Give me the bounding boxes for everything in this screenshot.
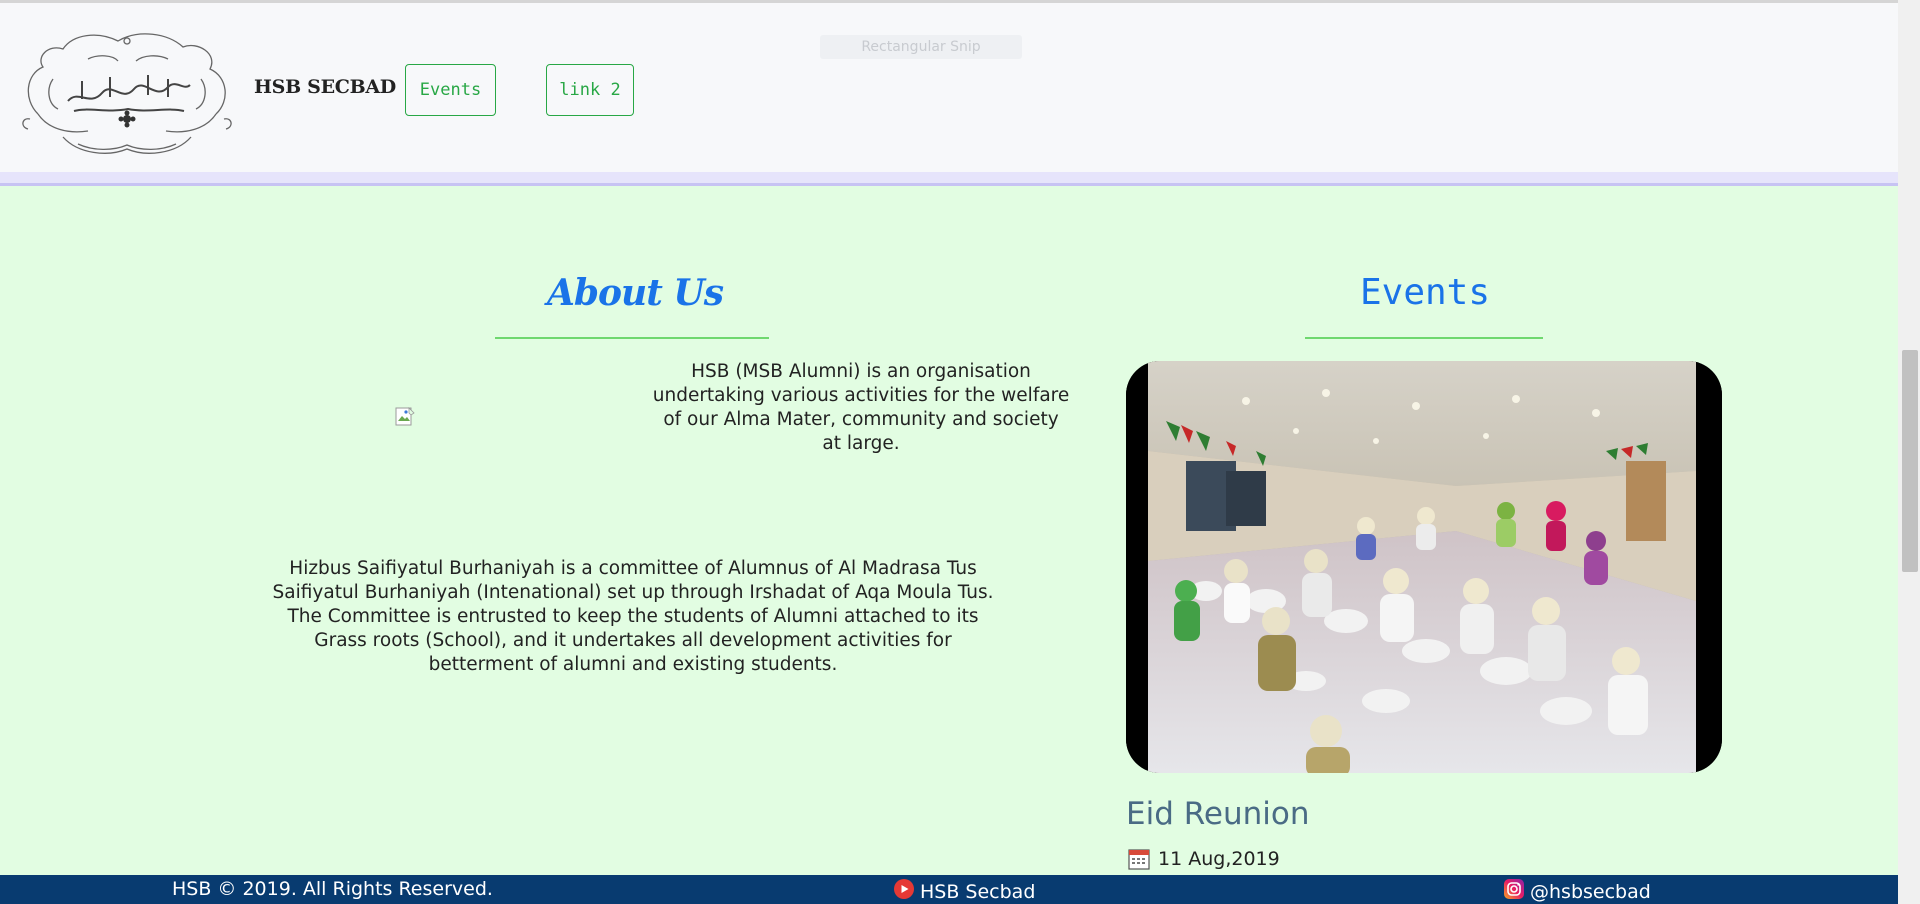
nav-link2-button[interactable]: link 2 <box>546 64 634 116</box>
events-title: Events <box>1359 272 1491 313</box>
site-logo[interactable] <box>18 19 236 161</box>
event-photo[interactable] <box>1126 361 1722 773</box>
footer-copyright: HSB © 2019. All Rights Reserved. <box>172 878 493 900</box>
event-date-row: 11 Aug,2019 <box>1128 848 1280 870</box>
about-body-text: Hizbus Saifiyatul Burhaniyah is a commit… <box>272 558 994 675</box>
brand-name[interactable]: HSB SECBAD <box>254 76 396 98</box>
youtube-label: HSB Secbad <box>920 880 1036 903</box>
youtube-icon <box>893 878 915 904</box>
navbar-divider <box>0 172 1898 186</box>
snip-tool-ghost: Rectangular Snip <box>820 35 1022 59</box>
about-us-underline <box>495 337 769 339</box>
footer-instagram-link[interactable]: @hsbsecbad <box>1503 878 1651 904</box>
instagram-label: @hsbsecbad <box>1530 880 1651 903</box>
about-us-title: About Us <box>546 272 724 314</box>
broken-image-icon <box>395 407 415 427</box>
nav-events-button[interactable]: Events <box>405 64 496 116</box>
footer-youtube-link[interactable]: HSB Secbad <box>893 878 1035 904</box>
scrollbar-thumb[interactable] <box>1902 350 1918 572</box>
about-intro-text: HSB (MSB Alumni) is an organisation unde… <box>652 361 1070 454</box>
instagram-icon <box>1503 878 1525 904</box>
footer: HSB © 2019. All Rights Reserved. HSB Sec… <box>0 875 1898 904</box>
calendar-icon <box>1128 848 1150 870</box>
events-underline <box>1305 337 1543 339</box>
event-date: 11 Aug,2019 <box>1158 848 1280 870</box>
navbar: HSB SECBAD Events link 2 Rectangular Sni… <box>0 0 1898 172</box>
event-name[interactable]: Eid Reunion <box>1126 796 1309 832</box>
